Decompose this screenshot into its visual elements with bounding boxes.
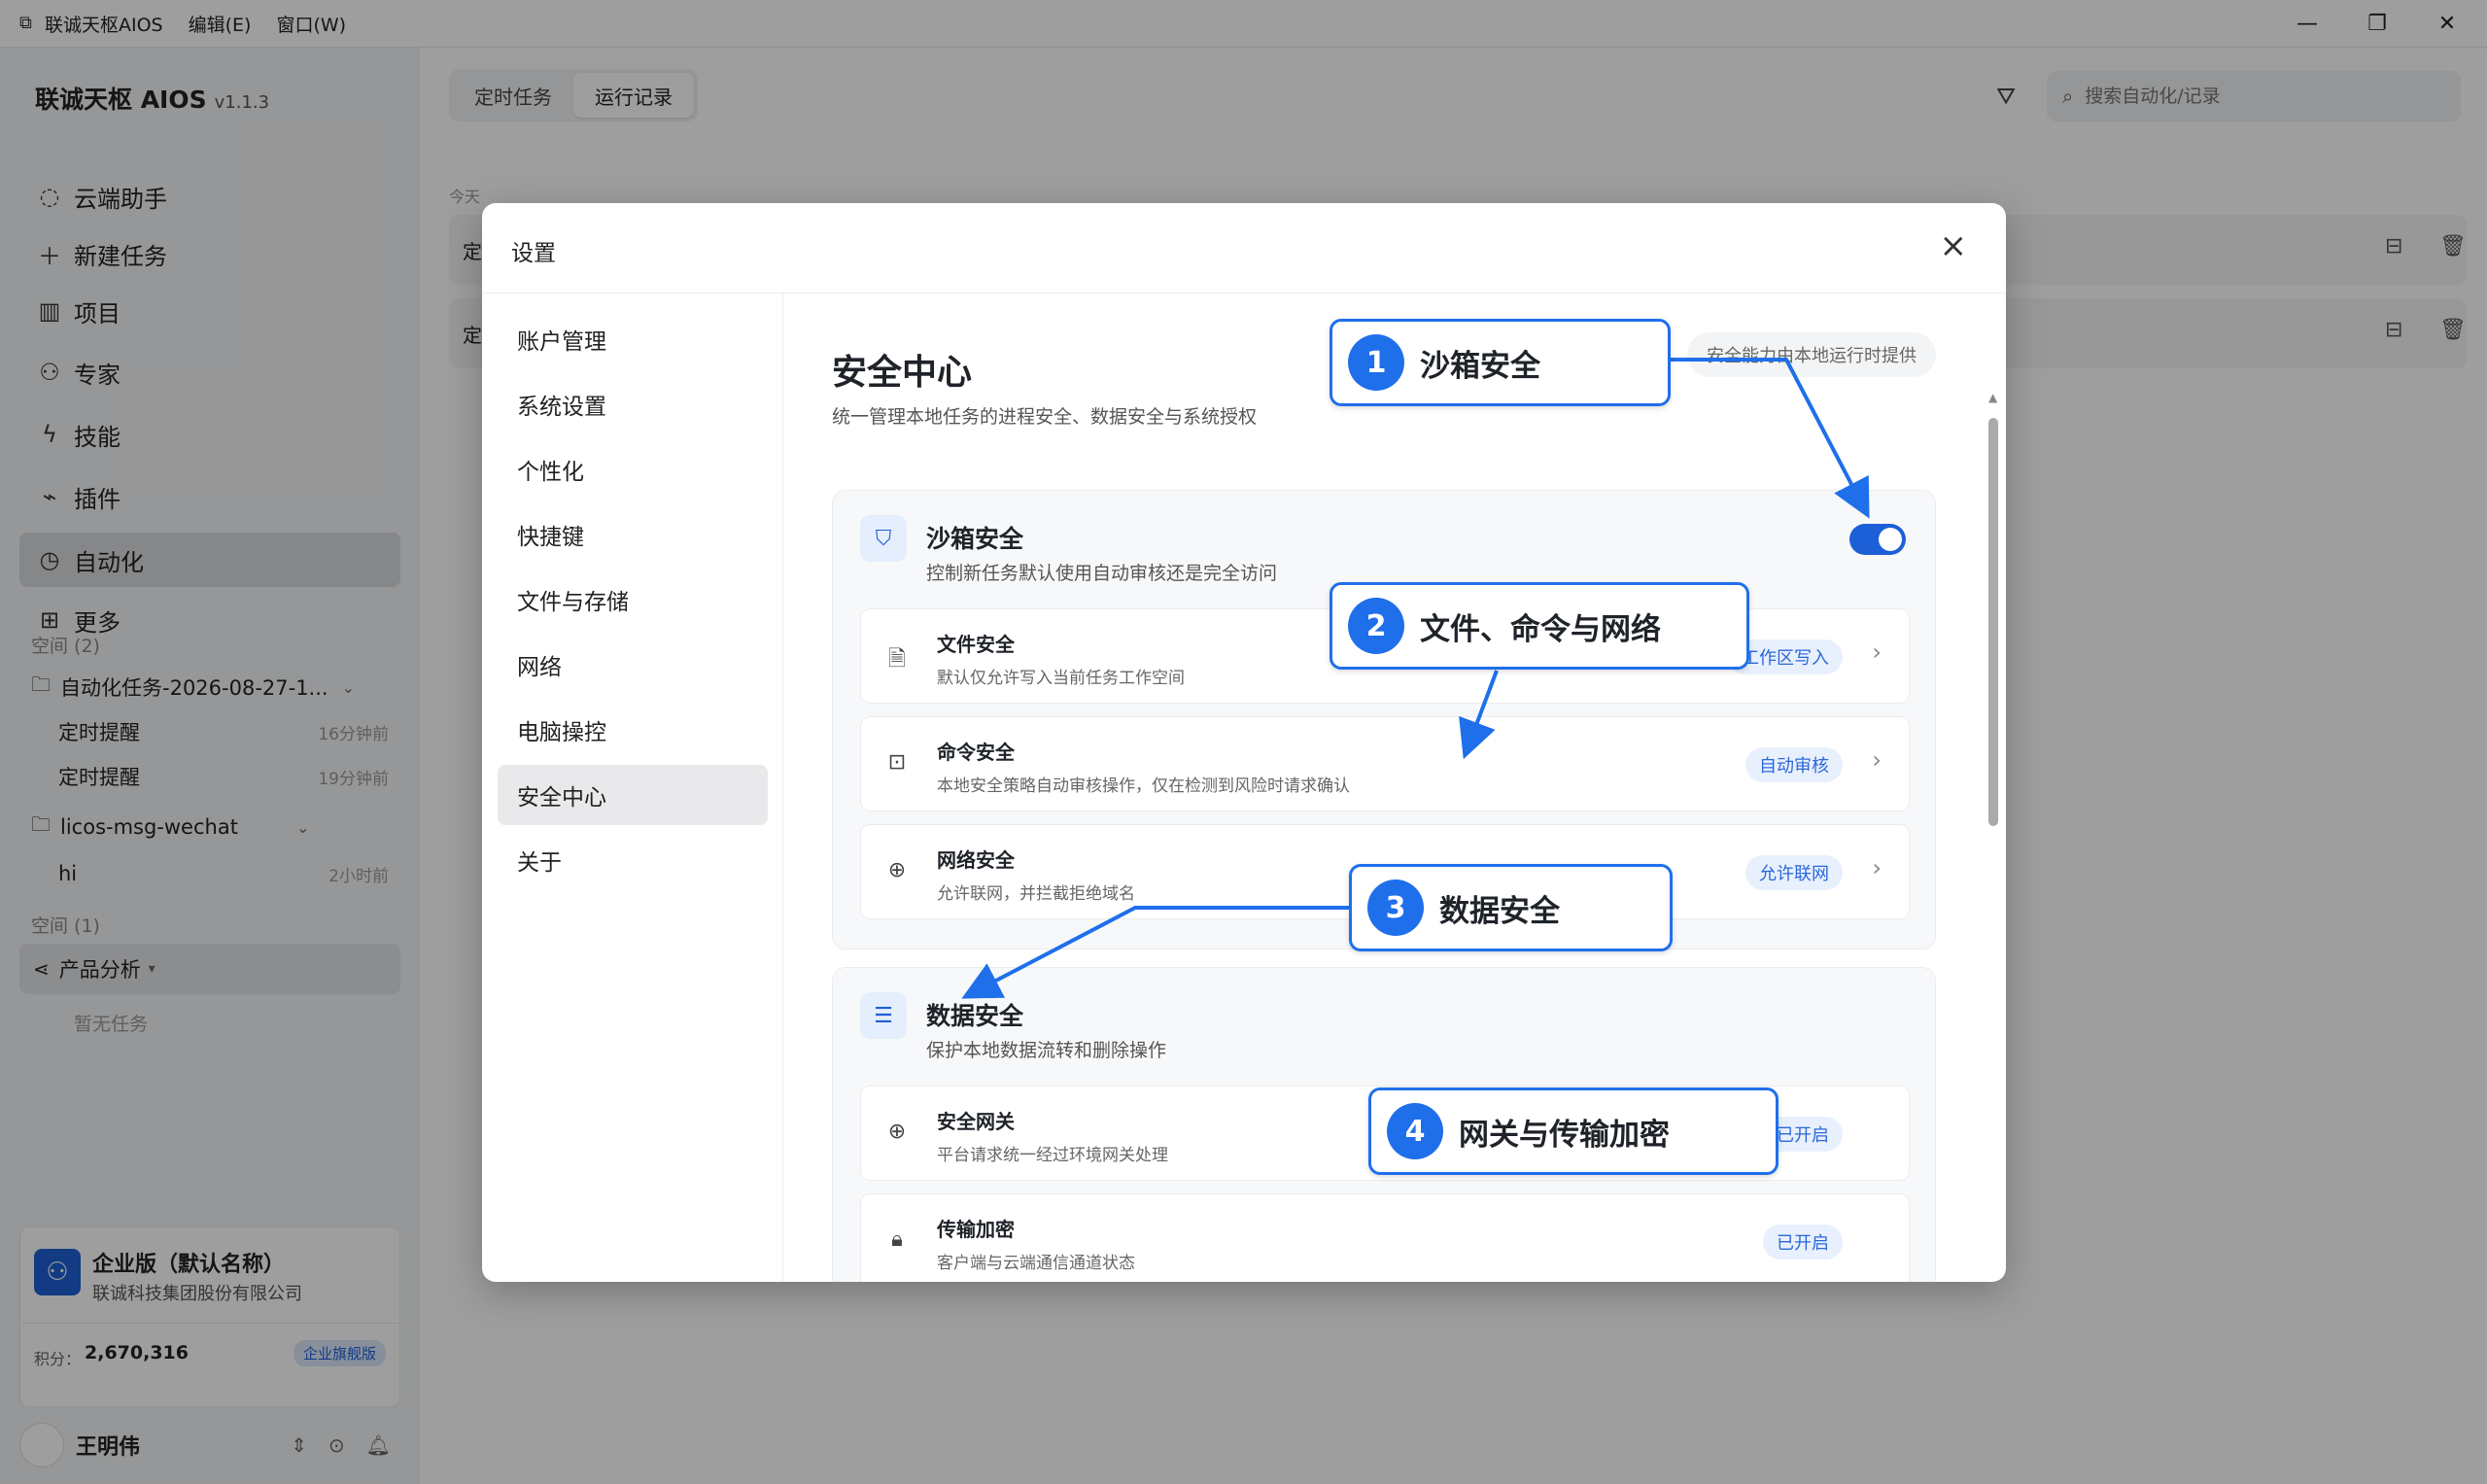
item-title: 安全网关 xyxy=(937,1110,1015,1133)
item-title: 文件安全 xyxy=(937,633,1015,656)
callout-2: 2 文件、命令与网络 xyxy=(1330,582,1749,670)
status-badge: 自动审核 xyxy=(1745,747,1843,782)
page-title: 安全中心 xyxy=(832,353,973,393)
transport-encryption-item[interactable]: 🔒︎ 传输加密 客户端与云端通信通道状态 已开启 xyxy=(860,1193,1910,1282)
settings-nav-computer-control[interactable]: 电脑操控 xyxy=(498,700,768,760)
scroll-thumb[interactable] xyxy=(1988,418,1998,826)
settings-nav-network[interactable]: 网络 xyxy=(498,635,768,695)
callout-1: 1 沙箱安全 xyxy=(1330,319,1671,406)
item-subtitle: 默认仅允许写入当前任务工作空间 xyxy=(937,669,1185,688)
callout-label: 网关与传输加密 xyxy=(1459,1117,1670,1153)
database-icon: ☰ xyxy=(860,992,907,1039)
settings-nav-personalize[interactable]: 个性化 xyxy=(498,439,768,500)
callout-number: 1 xyxy=(1348,334,1404,391)
settings-nav-account[interactable]: 账户管理 xyxy=(498,309,768,369)
group-subtitle: 保护本地数据流转和删除操作 xyxy=(926,1040,1167,1061)
callout-label: 数据安全 xyxy=(1439,893,1560,929)
runtime-pill: 安全能力由本地运行时提供 xyxy=(1687,332,1936,377)
callout-label: 沙箱安全 xyxy=(1420,348,1540,384)
scroll-up-icon[interactable]: ▲ xyxy=(1988,391,1997,404)
chevron-right-icon: › xyxy=(1872,638,1882,666)
scrollbar[interactable]: ▲ ▼ xyxy=(1988,391,1998,1282)
item-title: 命令安全 xyxy=(937,741,1015,764)
status-badge: 已开启 xyxy=(1763,1225,1843,1260)
group-subtitle: 控制新任务默认使用自动审核还是完全访问 xyxy=(926,563,1278,584)
callout-number: 3 xyxy=(1367,880,1424,936)
settings-nav-shortcuts[interactable]: 快捷键 xyxy=(498,504,768,565)
group-title: 沙箱安全 xyxy=(926,525,1024,553)
close-icon[interactable]: × xyxy=(1940,226,1968,265)
settings-nav: 账户管理 系统设置 个性化 快捷键 文件与存储 网络 电脑操控 安全中心 关于 xyxy=(482,293,783,1282)
group-title: 数据安全 xyxy=(926,1002,1024,1030)
item-subtitle: 允许联网，并拦截拒绝域名 xyxy=(937,884,1135,904)
item-title: 网络安全 xyxy=(937,848,1015,872)
settings-nav-security[interactable]: 安全中心 xyxy=(498,765,768,825)
chevron-right-icon: › xyxy=(1872,854,1882,881)
page-subtitle: 统一管理本地任务的进程安全、数据安全与系统授权 xyxy=(832,406,1258,428)
callout-number: 4 xyxy=(1387,1103,1443,1159)
modal-title: 设置 xyxy=(511,241,556,266)
callout-label: 文件、命令与网络 xyxy=(1420,611,1661,647)
globe-icon: ⊕ xyxy=(887,858,907,882)
callout-3: 3 数据安全 xyxy=(1349,864,1673,951)
settings-nav-files[interactable]: 文件与存储 xyxy=(498,569,768,630)
chevron-right-icon: › xyxy=(1872,746,1882,774)
lock-icon: 🔒︎ xyxy=(891,1227,903,1252)
item-subtitle: 本地安全策略自动审核操作，仅在检测到风险时请求确认 xyxy=(937,777,1350,796)
callout-number: 2 xyxy=(1348,598,1404,654)
sandbox-toggle[interactable] xyxy=(1849,524,1906,555)
status-badge: 允许联网 xyxy=(1745,855,1843,890)
file-icon: 🗎︎ xyxy=(888,647,906,672)
item-subtitle: 客户端与云端通信通道状态 xyxy=(937,1254,1135,1273)
terminal-icon: ⊡ xyxy=(887,750,907,775)
item-subtitle: 平台请求统一经过环境网关处理 xyxy=(937,1146,1168,1165)
shield-icon: ⛉ xyxy=(860,515,907,562)
callout-4: 4 网关与传输加密 xyxy=(1368,1087,1779,1175)
globe-icon: ⊕ xyxy=(887,1120,907,1144)
item-title: 传输加密 xyxy=(937,1218,1015,1241)
settings-nav-system[interactable]: 系统设置 xyxy=(498,374,768,434)
command-security-item[interactable]: ⊡ 命令安全 本地安全策略自动审核操作，仅在检测到风险时请求确认 自动审核 › xyxy=(860,716,1910,811)
settings-nav-about[interactable]: 关于 xyxy=(498,830,768,890)
modal-header: 设置 × xyxy=(482,203,2006,293)
